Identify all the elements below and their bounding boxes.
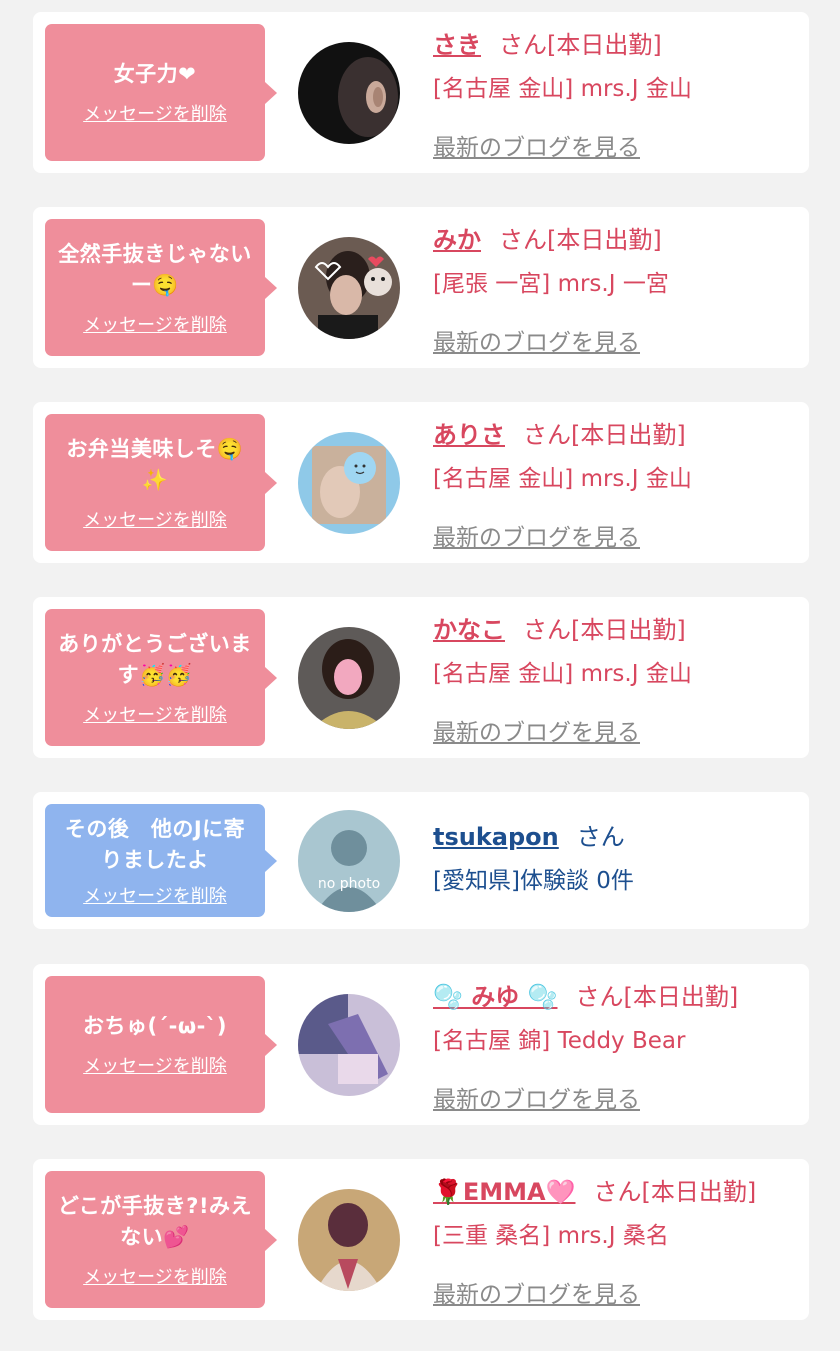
- message-card: 全然手抜きじゃないー🤤 メッセージを削除 みか さん[本日出勤] [尾張 一宮] …: [33, 207, 809, 368]
- message-bubble: おちゅ(´-ω-`) メッセージを削除: [45, 976, 277, 1113]
- cast-info: ありさ さん[本日出勤] [名古屋 金山] mrs.J 金山 最新のブログを見る: [433, 420, 799, 552]
- message-card: お弁当美味しそ🤤✨ メッセージを削除 ありさ さん[本日出勤] [名古屋 金山] …: [33, 402, 809, 563]
- view-blog-link[interactable]: 最新のブログを見る: [433, 518, 640, 552]
- message-bubble: ありがとうございます🥳🥳 メッセージを削除: [45, 609, 277, 746]
- shop-label: [名古屋 金山] mrs.J 金山: [433, 661, 692, 687]
- message-bubble: その後 他のJに寄りましたよ メッセージを削除: [45, 804, 277, 917]
- no-photo-text: no photo: [317, 876, 381, 892]
- honorific: さん: [523, 421, 571, 449]
- cast-name-link[interactable]: かなこ: [433, 616, 505, 644]
- view-blog-link[interactable]: 最新のブログを見る: [433, 713, 640, 747]
- shop-label: [名古屋 錦] Teddy Bear: [433, 1028, 686, 1054]
- cast-info: tsukapon さん [愛知県]体験談 0件: [433, 822, 799, 896]
- avatar-photo-pink-face[interactable]: [298, 627, 400, 729]
- cast-name-link[interactable]: 🫧 みゆ 🫧: [433, 983, 557, 1011]
- delete-message-link[interactable]: メッセージを削除: [83, 1263, 227, 1289]
- status-badge: [本日出勤]: [547, 31, 662, 59]
- delete-message-link[interactable]: メッセージを削除: [83, 701, 227, 727]
- cast-info: みか さん[本日出勤] [尾張 一宮] mrs.J 一宮 最新のブログを見る: [433, 225, 799, 357]
- message-card: 女子力❤ メッセージを削除 さき さん[本日出勤] [名古屋 金山] mrs.J …: [33, 12, 809, 173]
- status-badge: [本日出勤]: [571, 421, 686, 449]
- honorific: さん: [593, 1178, 642, 1206]
- shop-label: [名古屋 金山] mrs.J 金山: [433, 76, 692, 102]
- avatar-photo-kimono[interactable]: [298, 1189, 400, 1291]
- status-badge: [本日出勤]: [623, 983, 739, 1011]
- view-blog-link[interactable]: 最新のブログを見る: [433, 1275, 640, 1309]
- honorific: さん: [523, 616, 571, 644]
- avatar-photo-dark[interactable]: [298, 42, 400, 144]
- message-bubble: どこが手抜き?!みえない💕 メッセージを削除: [45, 1171, 277, 1308]
- cast-info: 🫧 みゆ 🫧 さん[本日出勤] [名古屋 錦] Teddy Bear 最新のブログ…: [433, 982, 799, 1114]
- message-text: 女子力❤: [113, 62, 197, 86]
- message-bubble: お弁当美味しそ🤤✨ メッセージを削除: [45, 414, 277, 551]
- view-blog-link[interactable]: 最新のブログを見る: [433, 128, 640, 162]
- message-text: どこが手抜き?!みえない💕: [57, 1193, 253, 1249]
- cast-info: 🌹EMMA🩷 さん[本日出勤] [三重 桑名] mrs.J 桑名 最新のブログを見…: [433, 1177, 799, 1309]
- honorific: さん: [499, 31, 547, 59]
- message-card: どこが手抜き?!みえない💕 メッセージを削除 🌹EMMA🩷 さん[本日出勤] [三…: [33, 1159, 809, 1320]
- cast-name-link[interactable]: さき: [433, 31, 481, 59]
- avatar-photo-purple[interactable]: [298, 994, 400, 1096]
- cast-name-link[interactable]: みか: [433, 226, 481, 254]
- avatar-photo-blue-face[interactable]: [298, 432, 400, 534]
- message-card: おちゅ(´-ω-`) メッセージを削除 🫧 みゆ 🫧 さん[本日出勤] [名古屋 …: [33, 964, 809, 1125]
- cast-info: さき さん[本日出勤] [名古屋 金山] mrs.J 金山 最新のブログを見る: [433, 30, 799, 162]
- shop-label: [尾張 一宮] mrs.J 一宮: [433, 271, 669, 297]
- status-badge: [本日出勤]: [641, 1178, 757, 1206]
- message-bubble: 全然手抜きじゃないー🤤 メッセージを削除: [45, 219, 277, 356]
- message-card: その後 他のJに寄りましたよ メッセージを削除 no photo tsukapo…: [33, 792, 809, 929]
- message-text: その後 他のJに寄りましたよ: [64, 816, 246, 872]
- delete-message-link[interactable]: メッセージを削除: [83, 1052, 227, 1078]
- avatar-no-photo[interactable]: no photo: [298, 810, 400, 912]
- message-text: ありがとうございます🥳🥳: [58, 631, 252, 687]
- honorific: さん: [576, 823, 625, 851]
- delete-message-link[interactable]: メッセージを削除: [83, 311, 227, 337]
- message-list: 女子力❤ メッセージを削除 さき さん[本日出勤] [名古屋 金山] mrs.J …: [0, 0, 840, 1351]
- cast-name-link[interactable]: 🌹EMMA🩷: [433, 1178, 576, 1206]
- honorific: さん: [575, 983, 624, 1011]
- message-text: お弁当美味しそ🤤✨: [66, 436, 244, 492]
- shop-label: [名古屋 金山] mrs.J 金山: [433, 466, 692, 492]
- member-name-link[interactable]: tsukapon: [433, 823, 559, 851]
- avatar-photo-cat-stickers[interactable]: [298, 237, 400, 339]
- shop-label: [三重 桑名] mrs.J 桑名: [433, 1223, 669, 1249]
- message-card: ありがとうございます🥳🥳 メッセージを削除 かなこ さん[本日出勤] [名古屋 金…: [33, 597, 809, 758]
- honorific: さん: [499, 226, 547, 254]
- message-text: おちゅ(´-ω-`): [83, 1014, 227, 1038]
- view-blog-link[interactable]: 最新のブログを見る: [433, 1080, 640, 1114]
- delete-message-link[interactable]: メッセージを削除: [83, 506, 227, 532]
- cast-info: かなこ さん[本日出勤] [名古屋 金山] mrs.J 金山 最新のブログを見る: [433, 615, 799, 747]
- cast-name-link[interactable]: ありさ: [433, 421, 505, 449]
- message-bubble: 女子力❤ メッセージを削除: [45, 24, 277, 161]
- delete-message-link[interactable]: メッセージを削除: [83, 100, 227, 126]
- message-text: 全然手抜きじゃないー🤤: [58, 241, 252, 297]
- status-badge: [本日出勤]: [571, 616, 686, 644]
- review-count-label: [愛知県]体験談 0件: [433, 868, 634, 894]
- delete-message-link[interactable]: メッセージを削除: [83, 882, 227, 908]
- view-blog-link[interactable]: 最新のブログを見る: [433, 323, 640, 357]
- status-badge: [本日出勤]: [547, 226, 662, 254]
